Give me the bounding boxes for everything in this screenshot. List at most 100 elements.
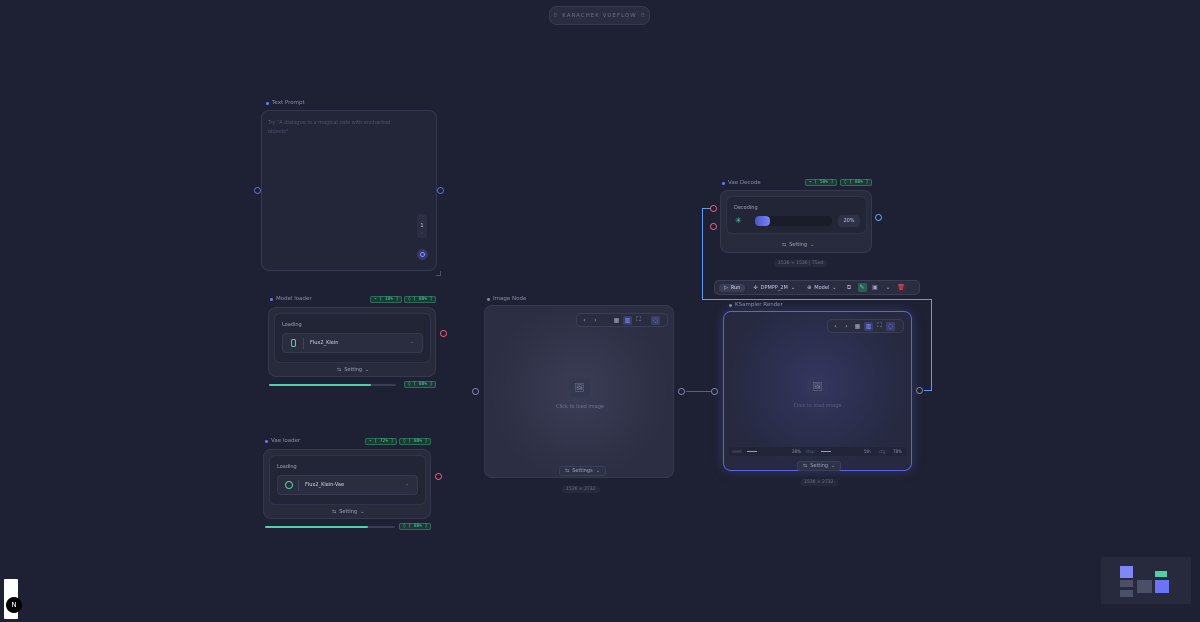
counter-value: 1 (420, 223, 424, 229)
text-prompt-label: Text Prompt (266, 100, 305, 106)
settings-button[interactable]: ⇆ Settings ⌄ (559, 466, 606, 476)
pen-icon[interactable]: ✎ (857, 283, 867, 292)
vae-loader-label: Vae loader (265, 438, 300, 444)
ksampler-node[interactable]: ‹ › ▦ ▥ ⛶ ◌ 🖼 Click to load image seed 2… (723, 311, 912, 471)
sliders-icon: ⇆ (565, 468, 570, 474)
stat-step-value: 5th (864, 449, 871, 454)
layout-icon[interactable]: ▥ (623, 315, 632, 325)
vae-loader-node[interactable]: Loading Flux2_Klein-Vae ⌄ ⇆ Setting ⌄ (263, 449, 431, 519)
model-loader-label: Model loader (270, 296, 312, 302)
decode-input-port-2[interactable] (710, 223, 717, 230)
model-loader-node[interactable]: Loading Flux2_Klein ⌄ ⇆ Setting ⌄ (268, 307, 436, 377)
play-icon: ▷ (724, 284, 728, 291)
grid-icon[interactable]: ▦ (853, 322, 862, 331)
stat-cfg-key: cfg (879, 449, 886, 454)
chevron-down-icon: ⌄ (810, 242, 815, 248)
framework-badge[interactable]: N (6, 597, 22, 613)
divider (303, 338, 304, 349)
decode-info: 1536 × 1536 | 75ed (774, 260, 828, 267)
setting-button[interactable]: ⇆ Setting ⌄ (782, 242, 814, 248)
chevron-down-icon[interactable]: ⌄ (884, 283, 893, 292)
image-icon[interactable]: ▣ (871, 283, 880, 292)
model-output-port[interactable] (440, 330, 447, 337)
chevron-left-icon[interactable]: ‹ (831, 322, 840, 331)
app-title-pill[interactable]: ⠿ KARACHEK VUEFLOW ⠿ (549, 6, 650, 25)
text-prompt-output-port[interactable] (437, 187, 444, 194)
ksampler-label: KSampler Render (729, 302, 783, 308)
prompt-textarea[interactable]: Try "A dialogue in a magical cafe with e… (268, 119, 408, 137)
text-prompt-input-port[interactable] (254, 187, 261, 194)
minimap-node (1120, 566, 1133, 578)
status-dot (270, 297, 273, 301)
chevron-down-icon: ⌄ (360, 509, 365, 515)
spinner-icon: ✳ (735, 216, 742, 225)
image-add-icon[interactable]: 🖼 (569, 378, 590, 397)
stat-seed-key: seed (732, 449, 742, 454)
image-add-icon[interactable]: 🖼 (807, 377, 828, 396)
run-button[interactable]: ▷ Run (719, 283, 746, 292)
sampler-output-port[interactable] (916, 387, 923, 394)
image-output-port[interactable] (678, 388, 685, 395)
vae-decode-node[interactable]: Decoding ✳ 20% ⇆ Setting ⌄ (720, 190, 872, 253)
chevron-down-icon[interactable]: ˅ (421, 232, 423, 237)
setting-button[interactable]: ⇆ Setting ⌄ (332, 509, 364, 515)
decode-progress-track (755, 216, 832, 226)
lasso-icon[interactable]: ◌ (886, 321, 895, 331)
memory-badge: ◊ [ 88% ] (404, 296, 437, 303)
image-input-port[interactable] (472, 388, 479, 395)
resize-handle[interactable] (436, 271, 441, 276)
model-select[interactable]: ⊕ Model ⌄ (803, 285, 840, 291)
sampler-select[interactable]: ✣ DPMPP_2M ⌄ (749, 285, 799, 291)
chevron-right-icon[interactable]: › (591, 316, 600, 325)
vae-output-port[interactable] (435, 473, 442, 480)
fullscreen-icon[interactable]: ⛶ (875, 322, 884, 331)
grid-icon[interactable]: ▦ (612, 316, 621, 325)
image-to-sampler-edge (686, 391, 712, 392)
decode-percent: 20% (838, 215, 860, 227)
model-loader-panel: Loading Flux2_Klein ⌄ (274, 313, 431, 363)
progress-badge: ◊ [ 88% ] (399, 523, 432, 530)
cpu-badge: ⌁ [ 58% ] (805, 179, 838, 186)
lasso-icon[interactable]: ◌ (651, 315, 660, 325)
decode-input-port-1[interactable] (710, 205, 717, 212)
decode-output-port[interactable] (875, 214, 882, 221)
grip-icon-right: ⠿ (640, 12, 646, 19)
copy-icon[interactable]: ⧉ (845, 283, 854, 292)
send-icon (420, 252, 425, 257)
model-select[interactable]: Flux2_Klein ⌄ (282, 333, 423, 353)
delete-icon[interactable]: 🗑 (896, 283, 906, 292)
counter-stepper[interactable]: ˄ 1 ˅ (417, 214, 427, 238)
click-to-load-text[interactable]: Click to load image (724, 403, 911, 409)
edge-from-sampler (924, 390, 932, 391)
minimap-node (1137, 580, 1152, 593)
chevron-right-icon[interactable]: › (842, 322, 851, 331)
loading-label: Loading (282, 322, 302, 328)
send-button[interactable] (417, 249, 428, 260)
stat-cfg-value: 78% (893, 449, 902, 454)
fullscreen-icon[interactable]: ⛶ (634, 316, 643, 325)
chevron-left-icon[interactable]: ‹ (580, 316, 589, 325)
sampler-toolbar: ‹ › ▦ ▥ ⛶ ◌ (827, 319, 904, 333)
vae-loader-panel: Loading Flux2_Klein-Vae ⌄ (269, 455, 426, 505)
model-icon (291, 339, 296, 347)
status-dot (487, 297, 490, 301)
sampler-input-port[interactable] (711, 388, 718, 395)
text-prompt-node[interactable]: Try "A dialogue in a magical cafe with e… (261, 110, 437, 271)
status-dot (722, 181, 725, 185)
dev-indicator[interactable]: N (4, 579, 22, 619)
vae-progress-fill (265, 526, 368, 528)
edge-vertical-left (702, 208, 703, 300)
chevron-up-icon[interactable]: ˄ (421, 215, 423, 220)
click-to-load-text[interactable]: Click to load image (485, 404, 675, 410)
minimap[interactable] (1101, 557, 1191, 604)
image-node[interactable]: ‹ › ▦ ▥ ⛶ ◌ 🖼 Click to load image ⇆ Sett… (484, 305, 674, 478)
vae-select[interactable]: Flux2_Klein-Vae ⌄ (277, 475, 418, 495)
setting-button[interactable]: ⇆ Setting ⌄ (337, 367, 369, 373)
cpu-badge: ⌁ [ 18% ] (370, 296, 403, 303)
sampler-icon: ✣ (753, 284, 758, 291)
setting-button[interactable]: ⇆ Setting ⌄ (797, 461, 842, 471)
model-progress-fill (269, 384, 371, 386)
layout-icon[interactable]: ▥ (864, 321, 873, 331)
chevron-down-icon: ⌄ (409, 339, 414, 345)
memory-badge: ◊ [ 88% ] (840, 179, 873, 186)
